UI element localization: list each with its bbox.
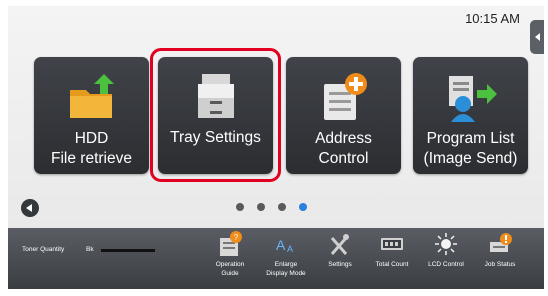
toner-level-bar	[101, 249, 155, 252]
svg-text:?: ?	[234, 233, 239, 242]
enlarge-text-icon: A A	[276, 237, 293, 254]
svg-text:A: A	[276, 237, 286, 253]
tool-label-line1: Settings	[328, 261, 352, 268]
page-dot[interactable]	[236, 203, 244, 211]
lcd-control-button[interactable]: LCD Control	[420, 230, 472, 269]
svg-text:A: A	[287, 244, 293, 254]
toner-color-label: Bk	[86, 246, 94, 253]
tile-address-control[interactable]: Address Control	[286, 57, 401, 174]
tool-label-line1: Enlarge	[274, 261, 298, 268]
tool-label-line2: Guide	[221, 270, 239, 277]
tool-label-line1: Operation	[215, 261, 245, 268]
toner-quantity-label: Toner Quantity	[22, 246, 65, 253]
tool-label-line1: Total Count	[375, 261, 409, 268]
bottom-toolbar: Toner Quantity Bk ? Operation Guide A A	[8, 228, 544, 289]
page-dot-active[interactable]	[299, 203, 307, 211]
tile-label-line2: Control	[318, 150, 369, 167]
page-dot[interactable]	[257, 203, 265, 211]
left-arrow-icon	[534, 33, 540, 41]
settings-button[interactable]: Settings	[314, 230, 366, 269]
tool-label-line2: Display Mode	[266, 270, 306, 277]
job-status-icon	[490, 233, 512, 252]
operation-guide-button[interactable]: ? Operation Guide	[204, 230, 256, 278]
tools-icon	[330, 234, 349, 255]
enlarge-display-mode-button[interactable]: A A Enlarge Display Mode	[260, 230, 312, 278]
job-status-button[interactable]: Job Status	[474, 230, 526, 269]
page-indicator	[236, 203, 307, 211]
address-book-add-icon	[323, 73, 367, 120]
counter-icon	[381, 238, 403, 250]
previous-page-button[interactable]	[21, 199, 39, 217]
page-dot[interactable]	[278, 203, 286, 211]
clock: 10:15 AM	[465, 11, 520, 26]
tile-program-list[interactable]: Program List (Image Send)	[413, 57, 528, 174]
tile-label-line1: Address	[315, 130, 372, 147]
device-frame: 10:15 AM HDD File retrieve Tray Settings…	[0, 0, 548, 296]
tool-label-line1: Job Status	[484, 261, 516, 268]
tile-label-line1: Program List	[426, 130, 515, 147]
home-screen: 10:15 AM HDD File retrieve Tray Settings…	[8, 6, 544, 289]
left-arrow-icon	[26, 204, 32, 212]
tile-hdd-file-retrieve[interactable]: HDD File retrieve	[34, 57, 149, 174]
tile-label-line2: File retrieve	[51, 150, 132, 167]
brightness-icon	[435, 233, 457, 255]
status-bar: 10:15 AM	[8, 6, 544, 54]
help-guide-icon: ?	[220, 231, 242, 256]
tool-label-line1: LCD Control	[428, 261, 464, 268]
tile-label-line2: (Image Send)	[423, 150, 518, 167]
tile-label-line1: HDD	[74, 130, 109, 147]
side-panel-tab[interactable]	[530, 20, 544, 54]
folder-upload-icon	[69, 74, 114, 118]
selection-highlight	[150, 48, 281, 182]
total-count-button[interactable]: Total Count	[366, 230, 418, 269]
program-list-send-icon	[448, 76, 497, 122]
